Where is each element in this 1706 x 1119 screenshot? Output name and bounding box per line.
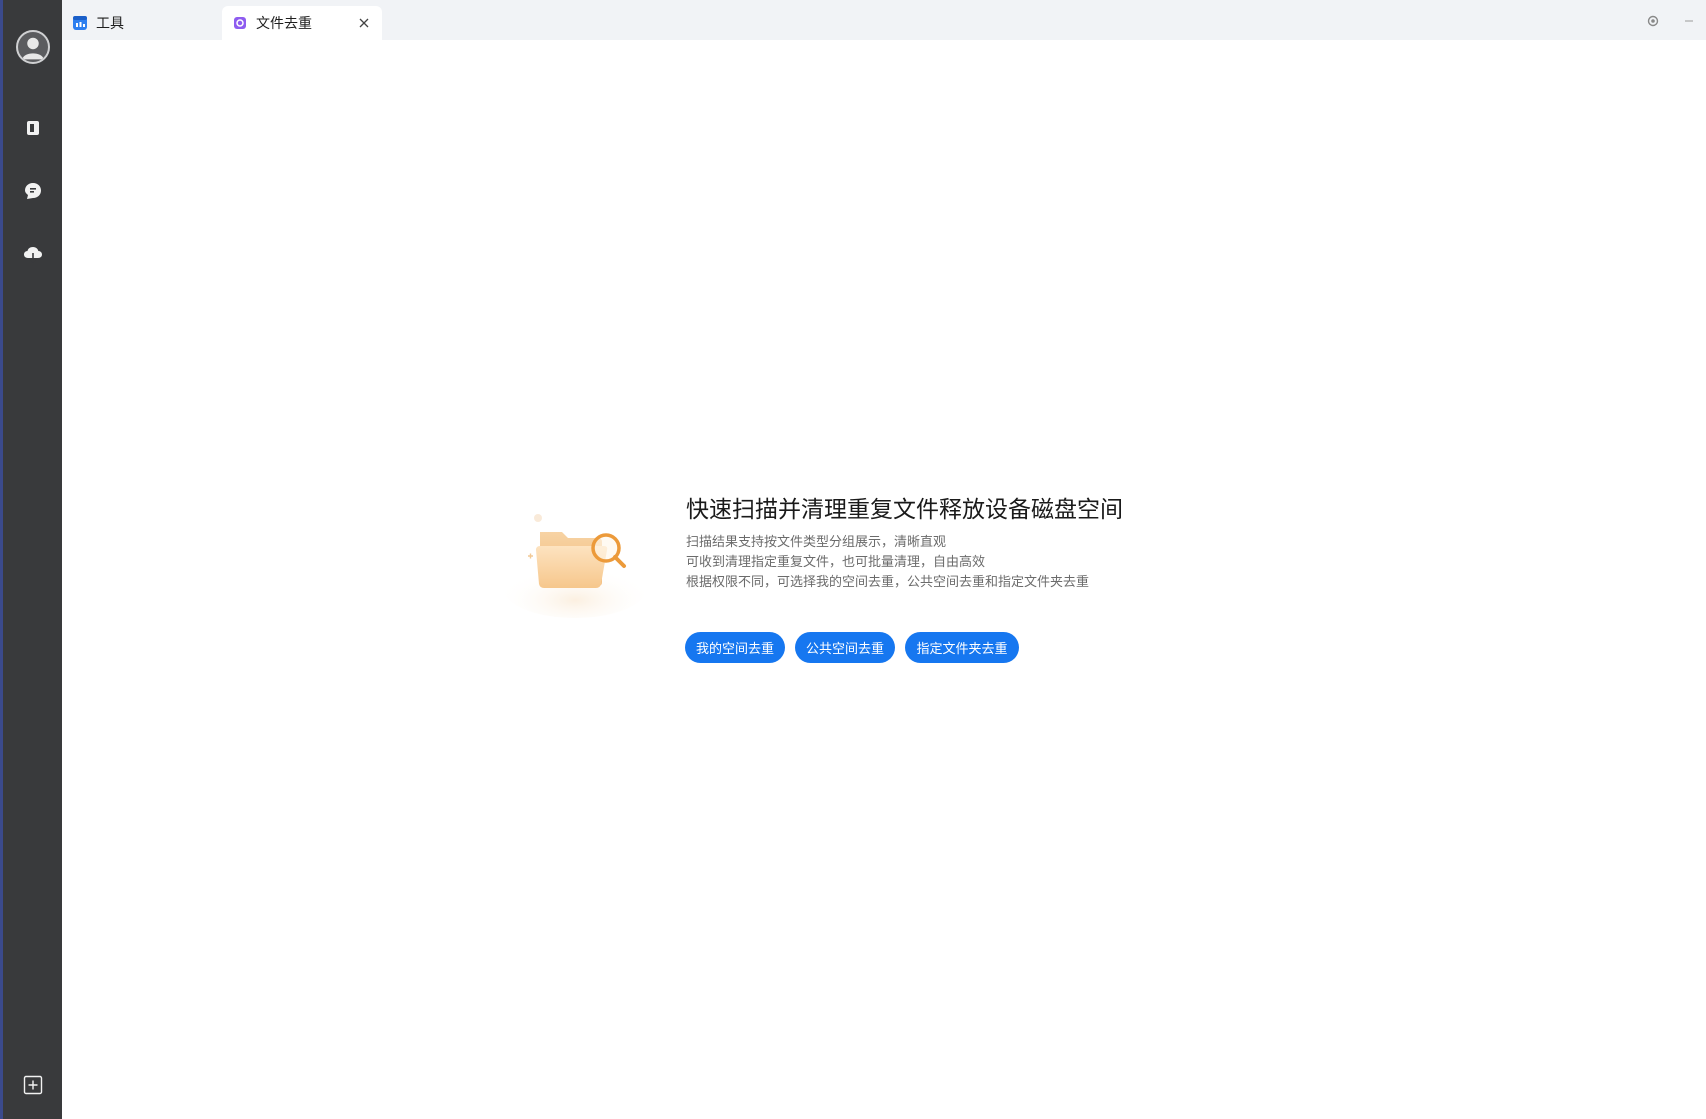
avatar-icon[interactable] (15, 30, 50, 64)
settings-icon[interactable] (1646, 14, 1660, 28)
action-buttons: 我的空间去重 公共空间去重 指定文件夹去重 (685, 632, 1019, 663)
public-space-dedup-button[interactable]: 公共空间去重 (795, 632, 895, 663)
description-line: 可收到清理指定重复文件，也可批量清理，自由高效 (686, 555, 986, 570)
chat-icon[interactable] (20, 178, 46, 204)
tab-label: 文件去重 (256, 16, 312, 32)
description-line: 扫描结果支持按文件类型分组展示，清晰直观 (686, 535, 947, 550)
tab-tools[interactable]: 工具 (62, 6, 222, 40)
page-title: 快速扫描并清理重复文件释放设备磁盘空间 (686, 497, 1123, 523)
minimize-icon[interactable] (1682, 14, 1696, 28)
tab-bar: 工具 文件去重 (62, 0, 1706, 40)
folder-search-illustration (500, 500, 650, 620)
description-line: 根据权限不同，可选择我的空间去重，公共空间去重和指定文件夹去重 (686, 575, 1090, 590)
folder-dedup-button[interactable]: 指定文件夹去重 (905, 632, 1019, 663)
dedup-app-icon (232, 15, 248, 31)
description-list: 扫描结果支持按文件类型分组展示，清晰直观 可收到清理指定重复文件，也可批量清理，… (686, 533, 1089, 593)
tab-label: 工具 (96, 16, 124, 32)
close-tab-icon[interactable] (356, 15, 372, 31)
documents-icon[interactable] (20, 115, 46, 141)
my-space-dedup-button[interactable]: 我的空间去重 (685, 632, 785, 663)
left-sidebar (0, 0, 62, 1119)
tab-file-dedup[interactable]: 文件去重 (222, 6, 382, 40)
add-app-icon[interactable] (20, 1072, 46, 1098)
tools-app-icon (72, 15, 88, 31)
cloud-icon[interactable] (20, 241, 46, 267)
